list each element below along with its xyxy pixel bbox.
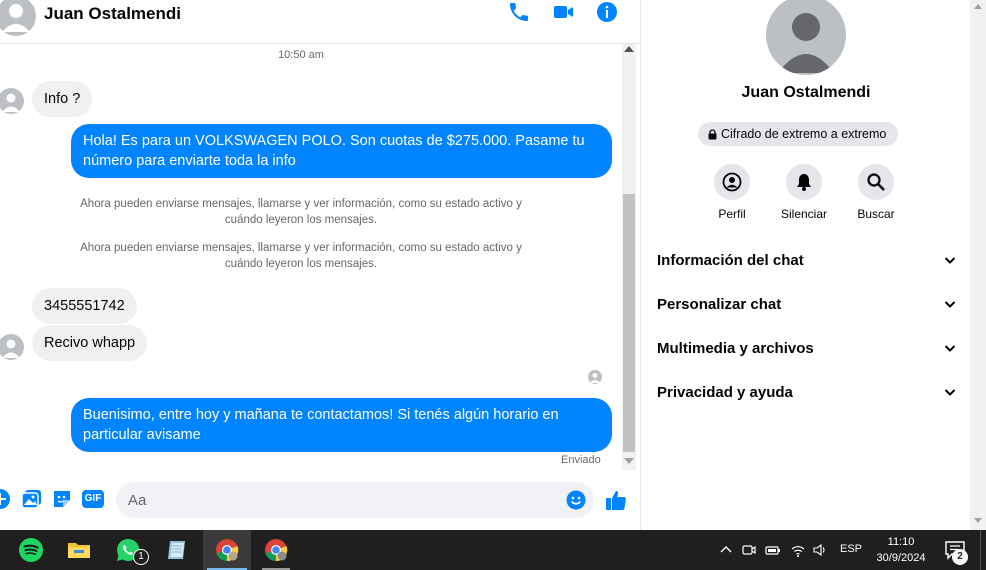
battery-icon[interactable]	[765, 542, 781, 558]
clock-date: 30/9/2024	[876, 552, 926, 564]
spotify-icon	[19, 538, 43, 562]
clock-time: 11:10	[887, 536, 915, 548]
notification-count-badge: 2	[952, 549, 968, 565]
incoming-message[interactable]: Info ?	[32, 81, 93, 117]
phone-icon[interactable]	[507, 0, 531, 24]
chevron-up-icon[interactable]	[718, 542, 734, 558]
encryption-label: Cifrado de extremo a extremo	[721, 127, 887, 141]
contact-avatar-small[interactable]	[0, 88, 24, 114]
section-media-files[interactable]: Multimedia y archivos	[657, 336, 957, 360]
file-explorer-icon	[68, 543, 90, 558]
taskbar: 1 ESP 11:10 30/9/2024 2	[0, 530, 986, 570]
like-icon[interactable]	[604, 488, 628, 512]
contact-name[interactable]: Juan Ostalmendi	[44, 4, 181, 24]
volume-icon[interactable]	[812, 542, 828, 558]
chevron-down-icon	[944, 257, 956, 264]
panel-scrollbar[interactable]	[970, 0, 986, 530]
chat-info-panel: Juan Ostalmendi Cifrado de extremo a ext…	[640, 0, 970, 530]
message-timestamp: 10:50 am	[278, 49, 324, 61]
profile-avatar-large[interactable]	[766, 0, 846, 75]
section-label: Multimedia y archivos	[657, 339, 814, 357]
section-chat-info[interactable]: Información del chat	[657, 248, 957, 272]
chevron-down-icon	[944, 389, 956, 396]
profile-button[interactable]: Perfil	[697, 164, 767, 221]
scroll-down-arrow[interactable]	[624, 458, 634, 464]
panel-contact-name: Juan Ostalmendi	[741, 84, 871, 101]
taskbar-chrome[interactable]	[252, 530, 300, 570]
system-note: Ahora pueden enviarse mensajes, llamarse…	[80, 242, 522, 270]
profile-label: Perfil	[718, 207, 746, 221]
chrome-icon	[216, 539, 239, 562]
message-status: Enviado	[561, 454, 601, 466]
profile-icon	[722, 172, 742, 192]
video-icon[interactable]	[551, 0, 575, 24]
chrome-icon	[265, 539, 288, 562]
outgoing-message[interactable]: Buenisimo, entre hoy y mañana te contact…	[71, 398, 612, 452]
taskbar-notes[interactable]	[153, 530, 201, 570]
encryption-badge[interactable]: Cifrado de extremo a extremo	[698, 122, 899, 146]
scroll-up-arrow[interactable]	[624, 46, 634, 52]
section-label: Personalizar chat	[657, 295, 782, 313]
chat-header: Juan Ostalmendi	[0, 0, 640, 44]
wifi-icon[interactable]	[790, 542, 806, 558]
section-label: Información del chat	[657, 251, 804, 269]
system-note: Ahora pueden enviarse mensajes, llamarse…	[80, 198, 522, 226]
chevron-down-icon	[944, 345, 956, 352]
taskbar-file-explorer[interactable]	[55, 530, 103, 570]
message-composer: GIF	[0, 470, 640, 530]
bell-icon	[797, 174, 811, 191]
search-icon	[867, 173, 885, 191]
scroll-up-arrow[interactable]	[974, 4, 982, 9]
search-label: Buscar	[857, 207, 895, 221]
section-label: Privacidad y ayuda	[657, 383, 793, 401]
message-list[interactable]: 10:50 am Info ? Hola! Es para un VOLKSWA…	[0, 44, 622, 470]
message-input[interactable]	[116, 482, 594, 518]
section-customize-chat[interactable]: Personalizar chat	[657, 292, 957, 316]
camera-icon[interactable]	[741, 542, 757, 558]
contact-avatar-small[interactable]	[0, 334, 24, 360]
search-button[interactable]: Buscar	[841, 164, 911, 221]
mute-label: Silenciar	[780, 207, 828, 221]
info-icon[interactable]	[595, 0, 619, 24]
taskbar-spotify[interactable]	[7, 530, 55, 570]
sticker-icon[interactable]	[51, 488, 73, 510]
section-privacy-help[interactable]: Privacidad y ayuda	[657, 380, 957, 404]
plus-icon[interactable]	[0, 488, 11, 510]
lock-icon	[708, 128, 717, 139]
scrollbar-thumb[interactable]	[623, 194, 635, 452]
mute-button[interactable]: Silenciar	[769, 164, 839, 221]
image-icon[interactable]	[21, 488, 43, 510]
emoji-icon[interactable]	[566, 490, 586, 510]
show-desktop-button[interactable]	[980, 530, 986, 570]
messenger-window: Juan Ostalmendi 10:50 am Info ? Hola! Es…	[0, 0, 986, 530]
notification-badge: 1	[133, 549, 149, 565]
chevron-down-icon	[944, 301, 956, 308]
incoming-message[interactable]: Recivo whapp	[32, 325, 148, 361]
taskbar-chrome[interactable]	[203, 530, 251, 570]
incoming-message[interactable]: 3455551742	[32, 288, 137, 324]
scroll-down-arrow[interactable]	[974, 518, 982, 523]
outgoing-message[interactable]: Hola! Es para un VOLKSWAGEN POLO. Son cu…	[71, 124, 612, 178]
taskbar-whatsapp[interactable]: 1	[104, 530, 152, 570]
gif-icon[interactable]: GIF	[82, 490, 104, 508]
seen-indicator-avatar	[588, 370, 602, 384]
contact-avatar[interactable]	[0, 0, 36, 36]
notes-icon	[168, 541, 185, 559]
messages-scrollbar[interactable]	[622, 44, 636, 470]
language-indicator[interactable]: ESP	[840, 543, 862, 555]
clock[interactable]: 11:10 30/9/2024	[868, 534, 934, 566]
